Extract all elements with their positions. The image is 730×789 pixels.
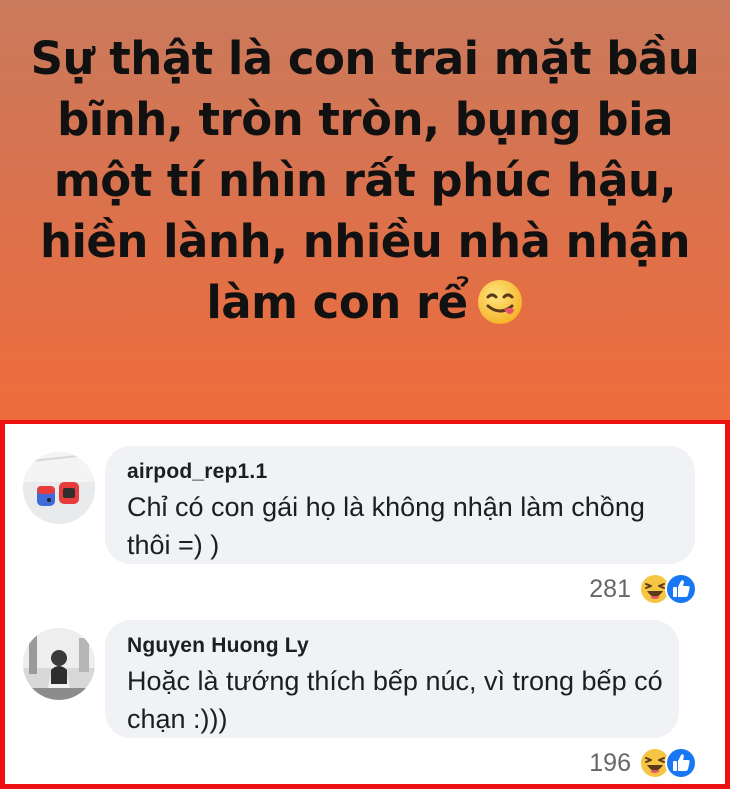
reaction-count: 196: [589, 748, 631, 777]
comments-panel: airpod_rep1.1 Chỉ có con gái họ là không…: [0, 420, 730, 789]
like-icon: [665, 747, 697, 779]
comment-bubble[interactable]: airpod_rep1.1 Chỉ có con gái họ là không…: [105, 446, 695, 564]
reactions-summary[interactable]: 196: [589, 746, 697, 780]
avatar[interactable]: [23, 628, 95, 700]
comment-bubble[interactable]: Nguyen Huong Ly Hoặc là tướng thích bếp …: [105, 620, 679, 738]
profile-photo-avatar-icon: [23, 628, 95, 700]
comment-text: Chỉ có con gái họ là không nhận làm chồn…: [127, 492, 645, 560]
savoring-food-emoji-icon: [477, 280, 522, 324]
post-banner: Sự thật là con trai mặt bầu bĩnh, tròn t…: [0, 0, 730, 420]
comment-author[interactable]: airpod_rep1.1: [127, 460, 267, 484]
comment-author[interactable]: Nguyen Huong Ly: [127, 634, 309, 658]
like-icon: [665, 573, 697, 605]
post-text-content: Sự thật là con trai mặt bầu bĩnh, tròn t…: [30, 32, 700, 329]
post-text: Sự thật là con trai mặt bầu bĩnh, tròn t…: [30, 28, 700, 333]
airpod-case-avatar-icon: [23, 452, 95, 524]
reactions-summary[interactable]: 281: [589, 572, 697, 606]
avatar[interactable]: [23, 452, 95, 524]
reaction-count: 281: [589, 574, 631, 603]
comment-text: Hoặc là tướng thích bếp núc, vì trong bế…: [127, 666, 663, 734]
